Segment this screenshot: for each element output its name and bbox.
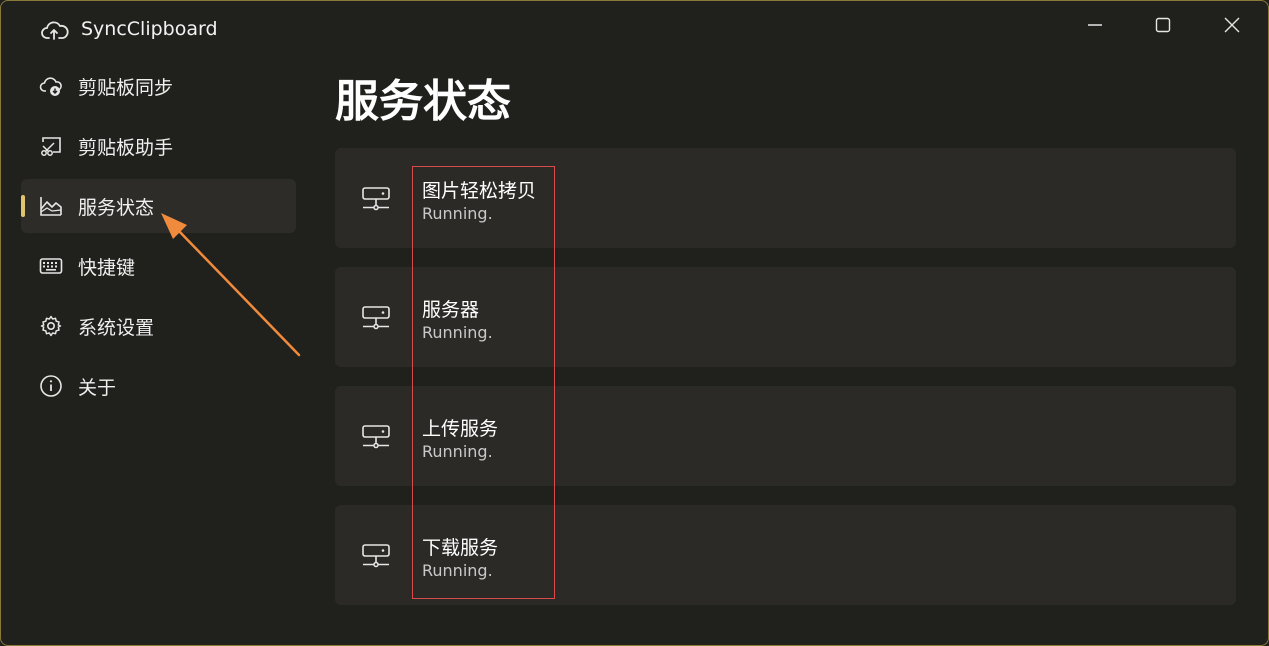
service-name: 上传服务 [422,418,499,440]
info-icon [40,375,62,397]
minimize-icon [1088,24,1102,26]
server-icon [362,187,390,211]
sidebar-item-label: 剪贴板助手 [78,137,174,159]
sidebar-item-clipboard-sync[interactable]: 剪贴板同步 [21,59,296,113]
service-status: Running. [422,561,493,580]
server-icon [362,306,390,330]
sidebar-item-label: 剪贴板同步 [78,77,174,99]
clipboard-cast-icon [41,137,61,156]
service-card: 图片轻松拷贝 Running. [335,148,1236,248]
sidebar-item-shortcuts[interactable]: 快捷键 [21,239,296,293]
sidebar-item-label: 服务状态 [78,197,155,219]
app-window: SyncClipboard 剪贴板同步 剪贴板助手 服务状态 快捷键 系统设置 … [0,0,1269,646]
server-icon [362,544,390,568]
sidebar-item-label: 快捷键 [78,257,136,279]
server-icon [362,425,390,449]
close-icon [1224,17,1240,33]
service-name: 服务器 [422,299,480,321]
maximize-icon [1155,17,1171,33]
sidebar-nav: 剪贴板同步 剪贴板助手 服务状态 快捷键 系统设置 关于 [21,59,296,419]
sidebar-item-about[interactable]: 关于 [21,359,296,413]
service-name: 下载服务 [422,537,499,559]
sidebar-item-label: 系统设置 [78,317,155,339]
close-button[interactable] [1209,9,1255,41]
keyboard-icon [39,258,63,274]
app-cloud-icon [41,21,69,40]
service-name: 图片轻松拷贝 [422,180,537,202]
gear-icon [40,315,62,337]
sidebar-item-service-status[interactable]: 服务状态 [21,179,296,233]
active-indicator [21,195,25,217]
service-card: 上传服务 Running. [335,386,1236,486]
page-title: 服务状态 [335,76,511,127]
title-bar[interactable]: SyncClipboard [1,1,1268,59]
service-status: Running. [422,323,493,342]
area-chart-icon [40,197,62,216]
minimize-button[interactable] [1072,9,1118,41]
service-status: Running. [422,442,493,461]
service-card: 下载服务 Running. [335,505,1236,605]
service-status: Running. [422,204,493,223]
app-title: SyncClipboard [81,18,218,40]
sidebar-item-clipboard-assistant[interactable]: 剪贴板助手 [21,119,296,173]
cloud-sync-icon [39,77,62,96]
sidebar-item-settings[interactable]: 系统设置 [21,299,296,353]
sidebar-item-label: 关于 [78,377,117,399]
maximize-button[interactable] [1140,9,1186,41]
service-card: 服务器 Running. [335,267,1236,367]
